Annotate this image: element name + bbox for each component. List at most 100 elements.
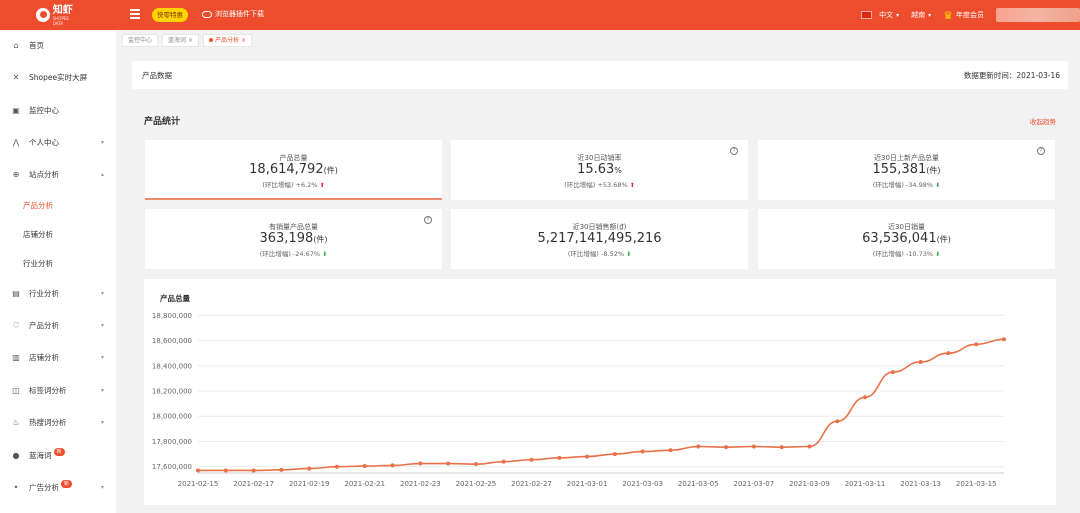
data-point [585, 454, 590, 459]
sidebar-item-industry[interactable]: ▤ 行业分析 ▾ [0, 284, 116, 302]
sidebar-item-ads[interactable]: • 广告分析 新 ▾ [0, 478, 116, 496]
stat-card-sales-volume[interactable]: 近30日销量 63,536,041(件) (环比增幅) -10.73% ⬇ [758, 209, 1055, 269]
data-point [223, 468, 228, 473]
sidebar-item-home[interactable]: ⌂ 首页 [0, 36, 116, 54]
sidebar-item-label: 店铺分析 [29, 352, 59, 362]
sidebar-item-hot-words[interactable]: ♨ 热搜词分析 ▾ [0, 413, 116, 431]
active-dot-icon [209, 38, 214, 42]
sidebar-item-label: Shopee实时大屏 [29, 72, 88, 82]
data-point [418, 461, 423, 466]
x-tick-label: 2021-02-25 [456, 480, 497, 488]
sidebar-item-tag-words[interactable]: ◫ 标签词分析 ▾ [0, 381, 116, 399]
user-account-redacted[interactable] [996, 8, 1080, 22]
tab-monitor-center[interactable]: 监控中心 [122, 33, 159, 47]
tab-product-analysis[interactable]: 产品分析 × [203, 33, 253, 47]
sidebar-item-monitor[interactable]: ▣ 监控中心 [0, 101, 116, 119]
stat-card-sales-amount[interactable]: 近30日销售额(₫) 5,217,141,495,216 (环比增幅) -8.5… [451, 209, 748, 269]
y-tick-label: 17,600,000 [152, 463, 192, 471]
card-change: (环比增幅) -24.67% ⬇ [259, 250, 328, 258]
language-select[interactable]: 中文 ▾ [861, 10, 899, 20]
region-select[interactable]: 越南 ▾ [911, 10, 931, 20]
data-point [807, 444, 812, 449]
chevron-down-icon: ▾ [100, 353, 104, 361]
cloud-download-icon [202, 10, 212, 18]
x-tick-label: 2021-02-17 [233, 480, 274, 488]
close-icon[interactable]: × [188, 34, 193, 47]
stat-card-new-products[interactable]: ? 近30日上新产品总量 155,381(件) (环比增幅) -34.98% ⬇ [758, 140, 1055, 200]
hot-icon: ♨ [12, 417, 20, 427]
sidebar-item-label: 店铺分析 [23, 229, 53, 239]
sidebar-item-store[interactable]: ▥ 店铺分析 ▾ [0, 348, 116, 366]
store-icon: ▥ [12, 352, 20, 362]
collapse-trend-link[interactable]: 收起趋势 [1030, 116, 1056, 126]
stat-card-sell-through[interactable]: ? 近30日动销率 15.63% (环比增幅) +53.68% ⬆ [451, 140, 748, 200]
data-point [279, 467, 284, 472]
plugin-download-label: 浏览器插件下载 [215, 10, 264, 18]
y-tick-label: 18,200,000 [152, 388, 192, 396]
card-value: 15.63% [577, 162, 622, 177]
data-point [196, 468, 200, 473]
sidebar-item-product[interactable]: ♡ 产品分析 ▾ [0, 316, 116, 334]
product-icon: ♡ [12, 320, 20, 330]
chevron-up-icon: ▴ [100, 170, 104, 178]
x-tick-label: 2021-03-01 [567, 480, 608, 488]
data-point [362, 464, 367, 469]
sidebar-subitem-product-analysis[interactable]: 产品分析 [0, 196, 116, 214]
chevron-down-icon: ▾ [896, 11, 900, 19]
membership-badge[interactable]: ♛ 年度会员 [943, 9, 984, 22]
chart-title: 产品总量 [160, 294, 190, 303]
stat-card-total-products[interactable]: 产品总量 18,614,792(件) (环比增幅) +6.2% ⬆ [145, 140, 442, 200]
sidebar-item-personal[interactable]: ⋀ 个人中心 ▾ [0, 133, 116, 151]
plugin-download-link[interactable]: 浏览器插件下载 [202, 9, 264, 19]
sidebar-subitem-store-analysis[interactable]: 店铺分析 [0, 225, 116, 243]
china-flag-icon [861, 11, 873, 19]
card-value: 363,198(件) [259, 231, 328, 246]
sidebar-item-label: 标签词分析 [29, 385, 67, 395]
sidebar-item-label: 蓝海词 [29, 450, 52, 460]
trend-line-chart[interactable]: 17,600,000 17,800,000 18,000,000 18,200,000… [144, 279, 1056, 505]
sidebar-item-shopee-realtime[interactable]: ✕ Shopee实时大屏 [0, 68, 116, 86]
data-point [946, 351, 951, 356]
y-tick-label: 18,400,000 [152, 362, 192, 370]
stat-card-products-with-sales[interactable]: ? 有销量产品总量 363,198(件) (环比增幅) -24.67% ⬇ [145, 209, 442, 269]
bookmark-icon: ◫ [12, 385, 20, 395]
x-tick-label: 2021-02-19 [289, 480, 330, 488]
sidebar-subitem-industry-analysis[interactable]: 行业分析 [0, 254, 116, 272]
tab-blue-ocean[interactable]: 蓝海词 × [162, 33, 200, 47]
y-tick-label: 18,800,000 [152, 312, 192, 320]
card-change: (环比增幅) +53.68% ⬆ [564, 181, 635, 189]
sidebar: ⌂ 首页 ✕ Shopee实时大屏 ▣ 监控中心 ⋀ 个人中心 ▾ ⊕ 站点分析… [0, 30, 116, 513]
menu-toggle-icon[interactable] [130, 9, 140, 19]
sidebar-item-label: 广告分析 [29, 482, 59, 492]
logo-subtext: SHOPEE DATA [52, 15, 69, 26]
quick-offer-button[interactable]: 快零特惠 [152, 8, 188, 22]
data-point [390, 463, 395, 468]
data-point [751, 444, 756, 449]
logo-text: 知虾 [52, 4, 73, 16]
sidebar-item-label: 监控中心 [29, 105, 59, 115]
sidebar-item-label: 产品分析 [29, 320, 59, 330]
monitor-icon: ▣ [12, 105, 20, 115]
data-point [334, 464, 339, 469]
tab-label: 蓝海词 [168, 36, 187, 44]
data-point [612, 452, 617, 457]
arrow-down-icon: ⬇ [322, 251, 328, 258]
chevron-down-icon: ▾ [100, 321, 104, 329]
app-logo[interactable]: 知虾 SHOPEE DATA [36, 4, 80, 26]
sidebar-item-label: 产品分析 [23, 200, 53, 210]
close-icon[interactable]: × [241, 34, 246, 47]
new-badge: 新 [53, 448, 65, 456]
arrow-up-icon: ⬆ [629, 182, 635, 189]
x-tick-label: 2021-02-21 [344, 480, 385, 488]
chevron-down-icon: ▾ [100, 483, 104, 491]
arrow-down-icon: ⬇ [935, 182, 941, 189]
data-point [1002, 337, 1006, 342]
sidebar-item-site-analysis[interactable]: ⊕ 站点分析 ▴ [0, 165, 116, 183]
x-tick-label: 2021-02-15 [178, 480, 219, 488]
data-point [446, 461, 451, 466]
sidebar-item-blue-ocean[interactable]: ● 蓝海词 新 [0, 446, 116, 464]
data-point [890, 370, 895, 375]
data-update-time: 数据更新时间：2021-03-16 [963, 71, 1060, 80]
data-point [640, 449, 645, 454]
crown-icon: ♛ [943, 8, 953, 22]
